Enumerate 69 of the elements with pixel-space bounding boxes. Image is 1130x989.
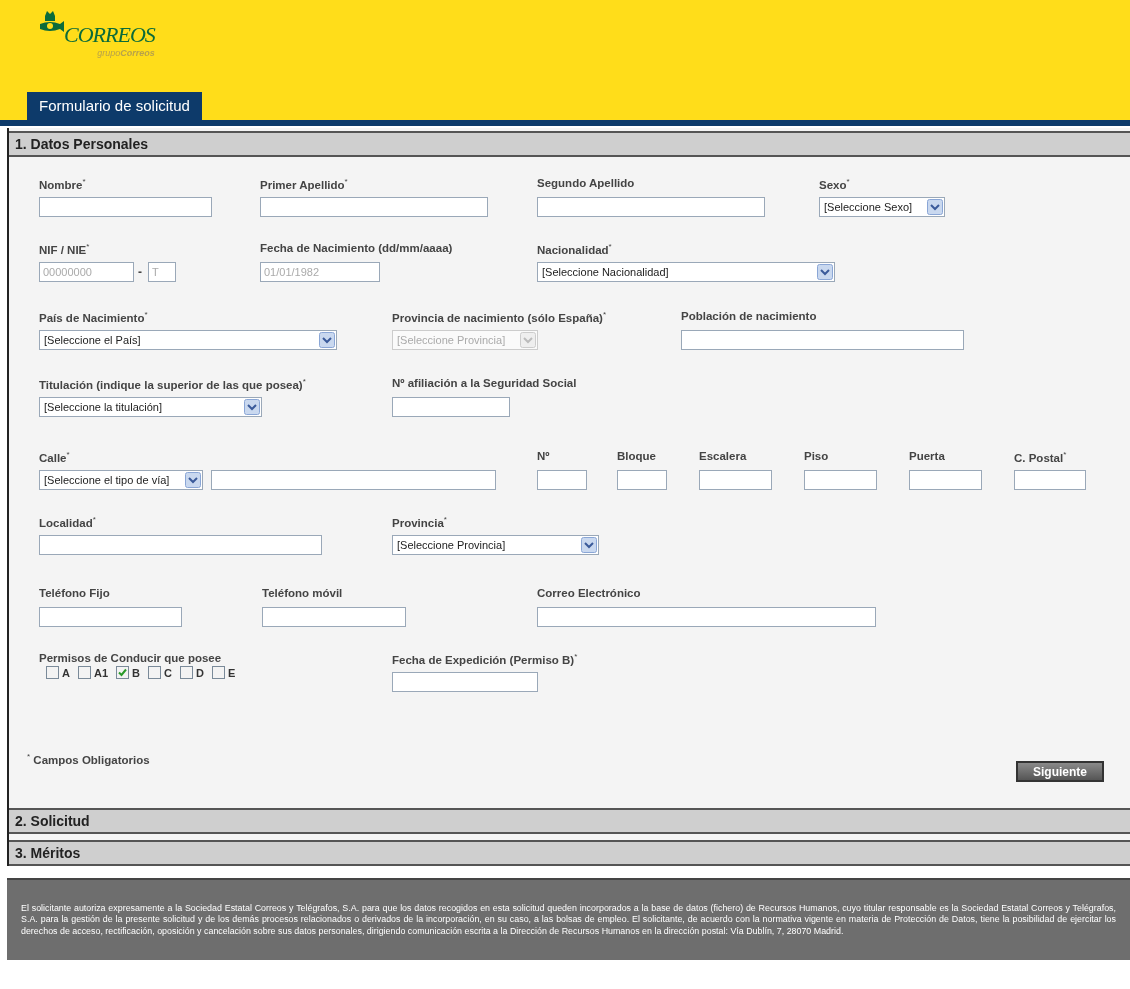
field-label: Teléfono Fijo <box>39 587 111 601</box>
field-label: Provincia$^{*}$ <box>392 515 448 531</box>
input-field[interactable] <box>537 470 587 490</box>
input-field[interactable] <box>681 330 964 350</box>
field-label: Fecha de Expedición (Permiso B)$^{*}$ <box>392 652 578 668</box>
chevron-down-icon <box>817 264 833 280</box>
input-field[interactable] <box>909 470 982 490</box>
input-field[interactable] <box>211 470 496 490</box>
field-label: Nº afiliación a la Seguridad Social <box>392 377 577 391</box>
input-field[interactable]: T <box>148 262 176 282</box>
chevron-down-icon <box>927 199 943 215</box>
input-field[interactable] <box>699 470 772 490</box>
section-header[interactable]: 3. Méritos <box>9 840 1130 866</box>
input-field[interactable] <box>617 470 667 490</box>
field-label: Sexo$^{*}$ <box>819 177 851 193</box>
field-label: Primer Apellido$^{*}$ <box>260 177 349 193</box>
field-label: Provincia de nacimiento (sólo España)$^{*}$ <box>392 310 607 326</box>
field-label: Nacionalidad$^{*}$ <box>537 242 613 258</box>
section-header[interactable]: 2. Solicitud <box>9 808 1130 834</box>
input-field[interactable] <box>262 607 406 627</box>
field-label: Localidad$^{*}$ <box>39 515 97 531</box>
input-field[interactable] <box>260 197 488 217</box>
dropdown[interactable]: [Seleccione la titulación] <box>39 397 262 417</box>
dropdown[interactable]: [Seleccione el País] <box>39 330 337 350</box>
field-label: Calle$^{*}$ <box>39 450 71 466</box>
field-label: Correo Electrónico <box>537 587 642 601</box>
input-field[interactable] <box>392 397 510 417</box>
input-field[interactable] <box>1014 470 1086 490</box>
section-header[interactable]: 1. Datos Personales <box>9 131 1130 157</box>
dropdown[interactable]: [Seleccione Sexo] <box>819 197 945 217</box>
field-label: NIF / NIE$^{*}$ <box>39 242 91 258</box>
field-label: Permisos de Conducir que posee <box>39 652 223 666</box>
legal-notice: El solicitante autoriza expresamente a la Sociedad Estatal Correos y Telégrafos, S.A. para que los datos recogidos en esta solicitud queden incorporados a la base de datos (fichero) de Recursos Humanos, cuyo titular responsable es la Sociedad Estatal Correos y Telégrafos, S.A. para la gestión de la presente solicitud y de los demás procesos relacionados o derivados de la incorporación, en su caso, a las bolsas de empleo. El solicitante, de acuerdo con la normativa vigente en materia de Protección de Datos, tiene la posibilidad de ejercitar los derechos de acceso, rectificación, oposición y cancelación sobre sus datos personales, dirigiendo comunicación escrita a la Dirección de Recursos Humanos en la dirección postal: Vía Dublín, 7, 28070 Madrid. <box>21 902 1116 938</box>
chevron-down-icon <box>581 537 597 553</box>
input-field[interactable] <box>392 672 538 692</box>
field-label: Puerta <box>909 450 946 464</box>
field-label: Teléfono móvil <box>262 587 344 601</box>
dropdown[interactable]: [Seleccione el tipo de vía] <box>39 470 203 490</box>
input-field[interactable]: 00000000 <box>39 262 134 282</box>
field-label: Segundo Apellido <box>537 177 636 191</box>
logo-subtitle: grupoCorreos <box>97 48 155 58</box>
dropdown[interactable]: [Seleccione Provincia] <box>392 535 599 555</box>
input-field[interactable] <box>537 607 876 627</box>
license-checkbox[interactable]: A1 <box>77 666 108 679</box>
chevron-down-icon <box>520 332 536 348</box>
next-button[interactable]: Siguiente <box>1016 761 1104 782</box>
field-label: País de Nacimiento$^{*}$ <box>39 310 149 326</box>
chevron-down-icon <box>185 472 201 488</box>
field-label: Fecha de Nacimiento (dd/mm/aaaa) <box>260 242 454 256</box>
field-label: Nombre$^{*}$ <box>39 177 87 193</box>
required-fields-note: $^{*}$ Campos Obligatorios <box>27 752 150 766</box>
field-label: Titulación (indique la superior de las que posea)$^{*}$ <box>39 377 307 393</box>
separator-dash: - <box>138 265 142 279</box>
field-label: Población de nacimiento <box>681 310 818 324</box>
input-field[interactable]: 01/01/1982 <box>260 262 380 282</box>
chevron-down-icon <box>244 399 260 415</box>
input-field[interactable] <box>39 535 322 555</box>
logo-wordmark: CORREOS <box>64 24 155 46</box>
input-field[interactable] <box>39 197 212 217</box>
field-label: Bloque <box>617 450 657 464</box>
field-label: Nº <box>537 450 551 464</box>
chevron-down-icon <box>319 332 335 348</box>
field-label: Piso <box>804 450 830 464</box>
field-label: C. Postal$^{*}$ <box>1014 450 1068 466</box>
field-label: Escalera <box>699 450 748 464</box>
input-field[interactable] <box>804 470 877 490</box>
input-field[interactable] <box>39 607 182 627</box>
input-field[interactable] <box>537 197 765 217</box>
dropdown[interactable]: [Seleccione Nacionalidad] <box>537 262 835 282</box>
